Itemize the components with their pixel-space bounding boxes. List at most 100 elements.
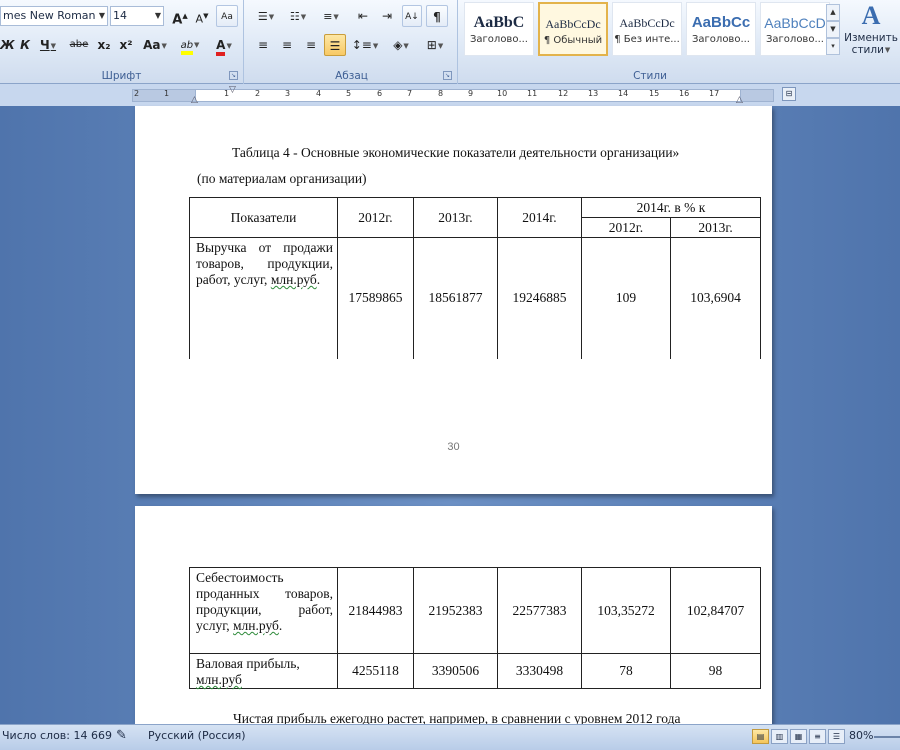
horizontal-ruler[interactable]: 2 1 1 2 3 4 5 6 7 8 9 10 11 12 13 14 15 16 17 ▽ △ △ ⊟ — [0, 84, 900, 106]
proofing-icon[interactable]: ✎ — [116, 725, 127, 750]
web-layout-view-button[interactable]: ▦ — [790, 729, 807, 744]
left-indent-marker[interactable]: △ — [191, 95, 198, 105]
chevron-down-icon[interactable]: ▼ — [438, 42, 443, 50]
full-screen-view-button[interactable]: ▥ — [771, 729, 788, 744]
font-color-button[interactable]: A▼ — [208, 34, 240, 56]
bold-button[interactable]: Ж — [0, 34, 15, 56]
ruler-number: 2 — [134, 89, 140, 98]
subscript-button[interactable]: x₂ — [94, 34, 114, 56]
spellcheck-marked-word: млн.руб — [233, 618, 279, 633]
superscript-button[interactable]: x² — [116, 34, 136, 56]
bullets-button[interactable]: ☰▼ — [252, 5, 280, 27]
change-case-button[interactable]: Aa▼ — [140, 34, 170, 56]
change-styles-label-2: стили▼ — [842, 44, 900, 56]
row-cost-2014: 22577383 — [497, 567, 582, 654]
gallery-more-icon[interactable]: ▾ — [826, 38, 840, 55]
right-indent-marker[interactable]: △ — [736, 95, 743, 105]
chevron-down-icon[interactable]: ▼ — [269, 13, 274, 21]
grow-font-button[interactable]: A▲ — [170, 5, 190, 27]
align-left-button[interactable]: ≡ — [252, 34, 274, 56]
font-size-combo[interactable]: 14 ▼ — [110, 6, 164, 26]
header-2013: 2013г. — [413, 197, 498, 238]
view-ruler-icon[interactable]: ⊟ — [782, 87, 796, 101]
document-page-2[interactable]: Себестоимость проданных товаров, продукц… — [135, 506, 772, 724]
word-count[interactable]: Число слов: 14 669 — [2, 725, 112, 750]
style-sample: AaBbC — [473, 14, 525, 31]
ruler-number: 2 — [255, 89, 261, 98]
dialog-launcher-icon[interactable]: ↘ — [229, 71, 238, 80]
draft-view-button[interactable]: ☰ — [828, 729, 845, 744]
line-spacing-icon: ↕≡ — [351, 38, 372, 52]
ruler-number: 10 — [497, 89, 508, 98]
justify-button[interactable]: ☰ — [324, 34, 346, 56]
chevron-down-icon[interactable]: ▼ — [301, 13, 306, 21]
decrease-indent-button[interactable]: ⇤ — [352, 5, 374, 27]
style-heading-1[interactable]: AaBbC Заголово... — [464, 2, 534, 56]
shrink-font-button[interactable]: A▼ — [192, 5, 212, 27]
ruler-right-margin — [740, 89, 774, 102]
zoom-level[interactable]: 80% — [849, 725, 873, 750]
ruler-number: 6 — [377, 89, 383, 98]
row-revenue-pct-2012: 109 — [581, 237, 671, 359]
document-page-1[interactable]: Таблица 4 - Основные экономические показ… — [135, 106, 772, 494]
multilevel-list-icon: ≡ — [323, 10, 333, 23]
ruler-number: 1 — [164, 89, 170, 98]
underline-button[interactable]: Ч▼ — [36, 34, 60, 56]
row-gross-profit-2012: 4255118 — [337, 653, 414, 689]
dialog-launcher-icon[interactable]: ↘ — [443, 71, 452, 80]
chevron-down-icon[interactable]: ▼ — [194, 41, 199, 49]
multilevel-list-button[interactable]: ≡▼ — [316, 5, 346, 27]
chevron-down-icon[interactable]: ▼ — [155, 7, 161, 25]
change-styles-button[interactable]: A Изменить стили▼ — [842, 0, 900, 68]
increase-indent-button[interactable]: ⇥ — [376, 5, 398, 27]
first-line-indent-marker[interactable]: ▽ — [229, 85, 236, 95]
chevron-down-icon[interactable]: ▼ — [226, 42, 231, 50]
ruler-number: 12 — [558, 89, 569, 98]
numbering-button[interactable]: ☷▼ — [284, 5, 312, 27]
borders-icon: ⊞ — [426, 38, 437, 52]
gallery-up-icon[interactable]: ▲ — [826, 4, 840, 21]
decrease-indent-icon: ⇤ — [357, 9, 369, 23]
ruler-number: 16 — [679, 89, 690, 98]
sort-button[interactable]: A↓ — [402, 5, 422, 27]
table-caption: Таблица 4 - Основные экономические показ… — [232, 145, 680, 160]
zoom-slider[interactable] — [874, 736, 900, 738]
chevron-down-icon[interactable]: ▼ — [51, 42, 56, 50]
line-spacing-button[interactable]: ↕≡▼ — [350, 34, 380, 56]
table-row: Себестоимость проданных товаров, продукц… — [189, 567, 761, 654]
change-styles-label-1: Изменить — [844, 32, 898, 44]
table-row: Валовая прибыль, млн.руб 4255118 3390506… — [189, 653, 761, 689]
font-name-combo[interactable]: mes New Roman ▼ — [0, 6, 108, 26]
show-marks-button[interactable]: ¶ — [426, 5, 448, 27]
ruler-number: 17 — [709, 89, 720, 98]
chevron-down-icon[interactable]: ▼ — [333, 13, 338, 21]
row-gross-profit-pct-2013: 98 — [670, 653, 761, 689]
style-normal[interactable]: AaBbCcDc ¶ Обычный — [538, 2, 608, 56]
subscript-icon: x₂ — [97, 38, 111, 52]
style-heading-3[interactable]: AaBbCcD Заголово... — [760, 2, 830, 56]
align-center-button[interactable]: ≡ — [276, 34, 298, 56]
borders-button[interactable]: ⊞▼ — [420, 34, 450, 56]
style-no-spacing[interactable]: AaBbCcDc ¶ Без инте... — [612, 2, 682, 56]
chevron-down-icon[interactable]: ▼ — [373, 42, 378, 50]
gallery-down-icon[interactable]: ▼ — [826, 21, 840, 38]
row-cost-label: Себестоимость проданных товаров, продукц… — [189, 567, 338, 654]
header-2014: 2014г. — [497, 197, 582, 238]
language-indicator[interactable]: Русский (Россия) — [148, 725, 246, 750]
chevron-down-icon[interactable]: ▼ — [162, 42, 167, 50]
clear-formatting-button[interactable]: Aa — [216, 5, 238, 27]
style-heading-2[interactable]: AaBbCc Заголово... — [686, 2, 756, 56]
strikethrough-button[interactable]: abe — [68, 34, 90, 56]
shading-button[interactable]: ◈▼ — [386, 34, 416, 56]
highlight-button[interactable]: ab▼ — [174, 34, 206, 56]
align-right-button[interactable]: ≡ — [300, 34, 322, 56]
chevron-down-icon[interactable]: ▼ — [99, 7, 105, 25]
chevron-down-icon[interactable]: ▼ — [403, 42, 408, 50]
italic-button[interactable]: К — [16, 34, 34, 56]
header-percent-2013: 2013г. — [669, 217, 762, 238]
table-row: Выручка от продажи товаров, продукции, р… — [189, 237, 762, 359]
print-layout-view-button[interactable]: ▤ — [752, 729, 769, 744]
row-revenue-2012: 17589865 — [337, 237, 414, 359]
increase-indent-icon: ⇥ — [381, 9, 393, 23]
outline-view-button[interactable]: ≡ — [809, 729, 826, 744]
